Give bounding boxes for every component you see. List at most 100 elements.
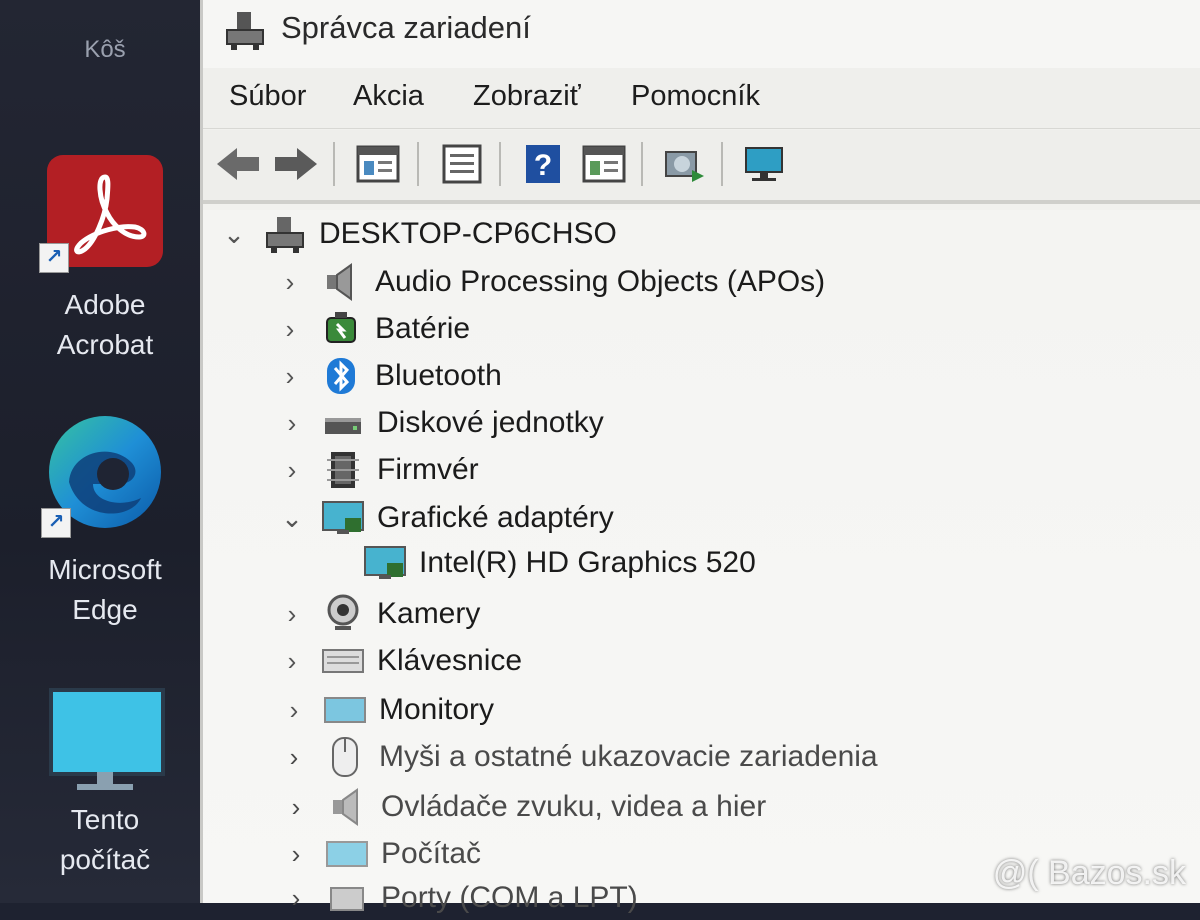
tree-item-label: Firmvér — [377, 453, 479, 486]
adobe-acrobat-icon: ↗ — [39, 155, 163, 273]
computer-icon — [263, 214, 307, 254]
chevron-right-icon[interactable]: › — [281, 883, 311, 914]
camera-icon — [321, 594, 365, 634]
tree-item-label: Diskové jednotky — [377, 406, 604, 439]
chevron-right-icon[interactable]: › — [277, 408, 307, 439]
menu-action[interactable]: Akcia — [353, 80, 424, 113]
window-title: Správca zariadení — [281, 10, 531, 45]
desktop-icon-label-line1: Adobe — [64, 289, 146, 320]
port-icon — [325, 878, 369, 918]
desktop-icon-microsoft-edge[interactable]: ↗ Microsoft Edge — [10, 412, 200, 630]
show-hidden-icon[interactable] — [579, 140, 629, 188]
chevron-right-icon[interactable]: › — [277, 599, 307, 630]
mouse-icon — [323, 737, 367, 777]
scan-hardware-icon[interactable] — [659, 140, 709, 188]
display-adapter-icon — [321, 498, 365, 538]
keyboard-icon — [321, 641, 365, 681]
toolbar-separator — [499, 142, 501, 186]
tree-item-label: Audio Processing Objects (APOs) — [375, 265, 826, 298]
toolbar-separator — [417, 142, 419, 186]
device-tree: ⌄ DESKTOP-CP6CHSO › Audio Processing Obj… — [203, 210, 1200, 914]
tree-item-label: Porty (COM a LPT) — [381, 881, 638, 914]
display-adapter-icon — [363, 543, 407, 583]
desktop-area: Kôš ↗ Adobe Acrobat ↗ Microsoft Edge Ten… — [0, 0, 205, 903]
tree-item-bluetooth[interactable]: › Bluetooth — [275, 354, 502, 398]
tree-item-audio-processing-objects[interactable]: › Audio Processing Objects (APOs) — [275, 260, 825, 304]
tree-item-cameras[interactable]: › Kamery — [277, 592, 480, 636]
firmware-chip-icon — [321, 450, 365, 490]
svg-text:?: ? — [534, 149, 552, 182]
chevron-right-icon[interactable]: › — [275, 314, 305, 345]
tree-item-mice[interactable]: › Myši a ostatné ukazovacie zariadenia — [279, 735, 878, 779]
tree-item-keyboards[interactable]: › Klávesnice — [277, 639, 522, 683]
desktop-icon-label-line1: Tento — [70, 804, 140, 835]
chevron-right-icon[interactable]: › — [275, 361, 305, 392]
chevron-down-icon[interactable]: ⌄ — [277, 503, 307, 534]
tree-root-label: DESKTOP-CP6CHSO — [319, 217, 617, 250]
battery-icon — [319, 309, 363, 349]
desktop-icon-label-line2: Acrobat — [56, 329, 154, 360]
desktop-icon-this-pc[interactable]: Tento počítač — [10, 688, 200, 880]
device-manager-window: Správca zariadení Súbor Akcia Zobraziť P… — [200, 0, 1200, 914]
menu-help[interactable]: Pomocník — [631, 80, 760, 113]
shortcut-arrow-icon: ↗ — [41, 508, 71, 538]
monitor-icon — [47, 688, 165, 796]
chevron-right-icon[interactable]: › — [279, 695, 309, 726]
desktop-icon-recycle-bin[interactable]: Kôš — [10, 30, 200, 70]
chevron-right-icon[interactable]: › — [279, 742, 309, 773]
update-driver-list-icon[interactable] — [437, 140, 487, 188]
forward-arrow-icon[interactable] — [271, 140, 321, 188]
tree-item-label: Ovládače zvuku, videa a hier — [381, 790, 767, 823]
tree-item-monitors[interactable]: › Monitory — [279, 688, 494, 732]
desktop-icon-label: Kôš — [84, 36, 126, 63]
toolbar-separator — [641, 142, 643, 186]
monitor-device-icon[interactable] — [739, 140, 789, 188]
menu-bar: Súbor Akcia Zobraziť Pomocník — [203, 68, 1200, 129]
tree-subitem-label: Intel(R) HD Graphics 520 — [419, 546, 756, 579]
chevron-right-icon[interactable]: › — [275, 267, 305, 298]
tree-item-label: Klávesnice — [377, 644, 523, 677]
tree-item-label: Počítač — [381, 837, 482, 870]
tree-item-sound-video-game-controllers[interactable]: › Ovládače zvuku, videa a hier — [281, 785, 766, 829]
tree-root[interactable]: ⌄ DESKTOP-CP6CHSO — [219, 212, 617, 256]
tree-item-label: Monitory — [379, 693, 495, 726]
bluetooth-icon — [319, 356, 363, 396]
chevron-right-icon[interactable]: › — [277, 646, 307, 677]
device-manager-icon — [223, 8, 267, 57]
back-arrow-icon[interactable] — [213, 140, 263, 188]
tree-item-ports[interactable]: › Porty (COM a LPT) — [281, 876, 638, 920]
sound-icon — [325, 787, 369, 827]
desktop-icon-label-line2: Edge — [72, 594, 138, 625]
tree-item-label: Batérie — [375, 312, 471, 345]
help-icon[interactable]: ? — [519, 140, 569, 188]
shortcut-arrow-icon: ↗ — [39, 243, 69, 273]
desktop-icon-label-line2: počítač — [59, 844, 151, 875]
tree-item-label: Grafické adaptéry — [377, 501, 614, 534]
desktop-icon-label-line1: Microsoft — [48, 554, 162, 585]
properties-icon[interactable] — [353, 140, 403, 188]
tree-item-batteries[interactable]: › Batérie — [275, 307, 470, 351]
tree-item-display-adapters[interactable]: ⌄ Grafické adaptéry — [277, 496, 614, 540]
disk-drive-icon — [321, 403, 365, 443]
speaker-icon — [319, 262, 363, 302]
menu-file[interactable]: Súbor — [229, 80, 306, 113]
chevron-down-icon[interactable]: ⌄ — [219, 219, 249, 250]
chevron-right-icon[interactable]: › — [281, 792, 311, 823]
menu-view[interactable]: Zobraziť — [473, 80, 581, 113]
toolbar: ? — [203, 130, 1200, 204]
monitor-icon — [323, 690, 367, 730]
tree-item-label: Kamery — [377, 597, 481, 630]
tree-item-label: Bluetooth — [375, 359, 502, 392]
tree-subitem-intel-hd-graphics[interactable]: Intel(R) HD Graphics 520 — [363, 541, 756, 585]
watermark-text: @( Bazos.sk — [992, 854, 1186, 892]
tree-item-computer[interactable]: › Počítač — [281, 832, 481, 876]
chevron-right-icon[interactable]: › — [277, 455, 307, 486]
desktop-icon-adobe-acrobat[interactable]: ↗ Adobe Acrobat — [10, 155, 200, 365]
tree-item-label: Myši a ostatné ukazovacie zariadenia — [379, 740, 878, 773]
tree-item-firmware[interactable]: › Firmvér — [277, 448, 479, 492]
chevron-right-icon[interactable]: › — [281, 839, 311, 870]
microsoft-edge-icon: ↗ — [41, 412, 169, 538]
toolbar-separator — [333, 142, 335, 186]
title-bar[interactable]: Správca zariadení — [203, 0, 1200, 68]
tree-item-disk-drives[interactable]: › Diskové jednotky — [277, 401, 604, 445]
